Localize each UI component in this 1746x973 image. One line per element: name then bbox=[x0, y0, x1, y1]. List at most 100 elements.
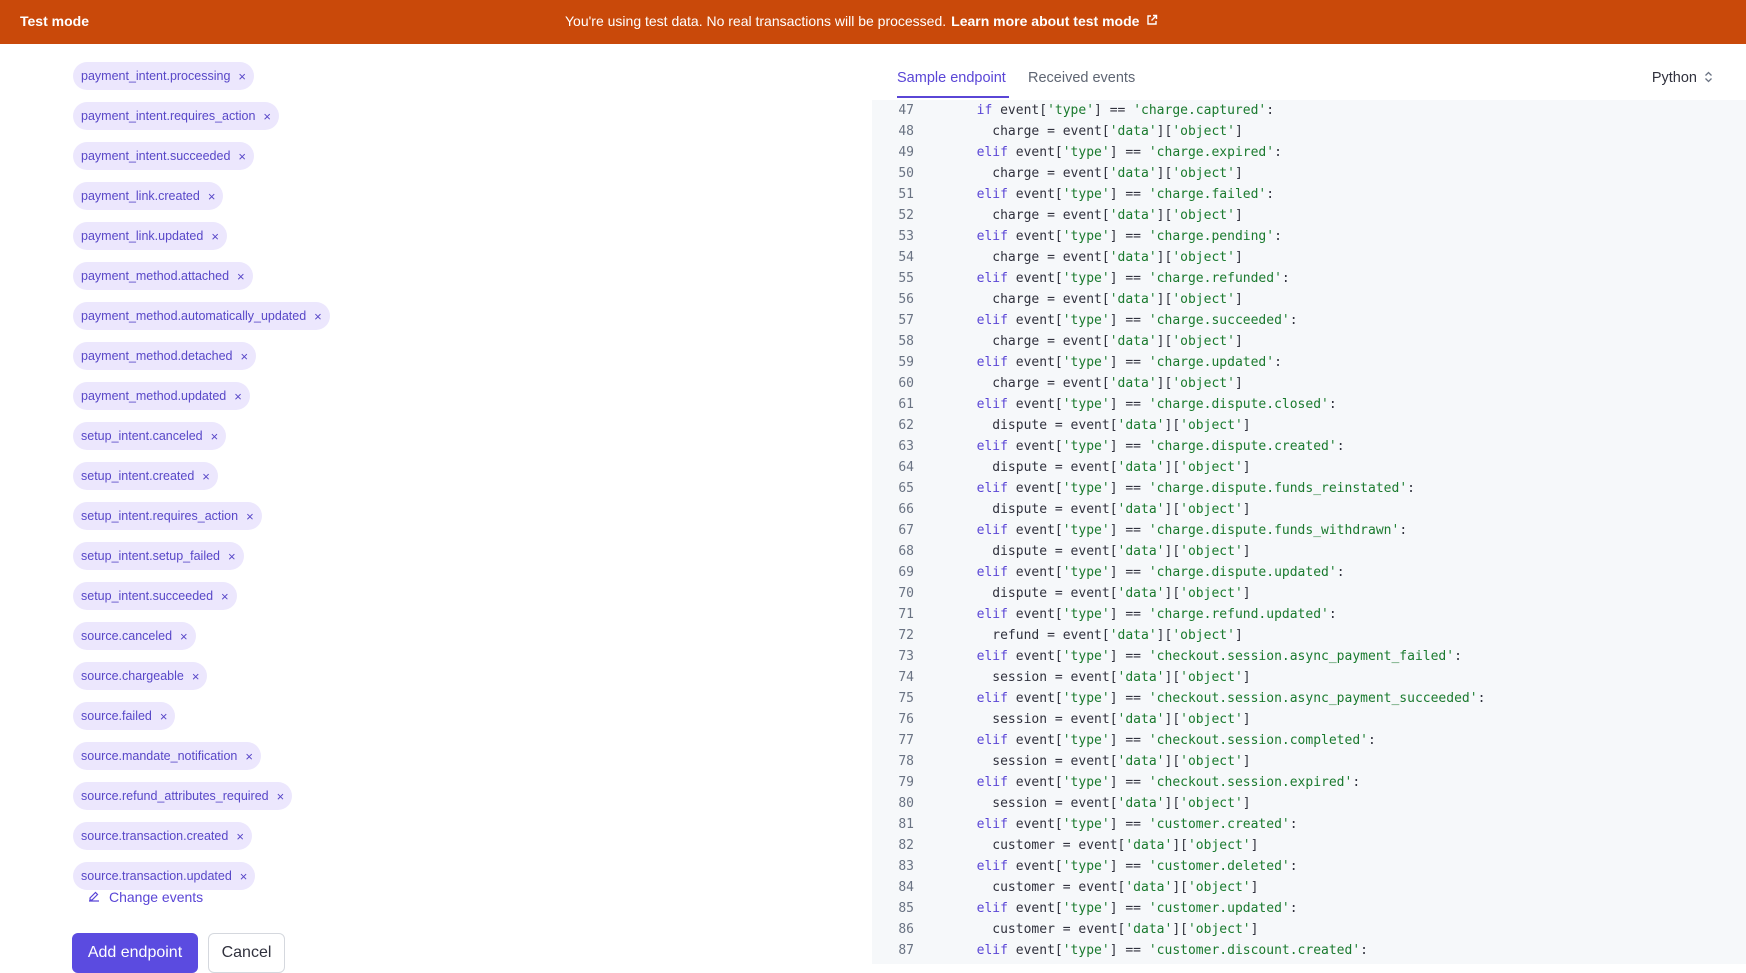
event-chip: source.refund_attributes_required × bbox=[73, 782, 293, 810]
code-line: 80 session = event['data']['object'] bbox=[872, 793, 1250, 814]
line-number: 76 bbox=[898, 712, 914, 727]
line-number: 80 bbox=[898, 796, 914, 811]
remove-event-icon[interactable]: × bbox=[240, 869, 248, 884]
code-variable: customer bbox=[992, 880, 1055, 895]
remove-event-icon[interactable]: × bbox=[236, 829, 244, 844]
add-endpoint-button[interactable]: Add endpoint bbox=[72, 933, 198, 973]
code-content: elif event['type'] == 'charge.dispute.fu… bbox=[976, 523, 1408, 538]
code-line: 47 if event['type'] == 'charge.captured'… bbox=[872, 100, 1274, 121]
line-number: 66 bbox=[898, 502, 914, 517]
code-variable: session bbox=[992, 796, 1048, 811]
code-content: elif event['type'] == 'charge.refund.upd… bbox=[976, 607, 1337, 622]
language-select[interactable]: Python bbox=[1652, 70, 1713, 86]
line-number: 82 bbox=[898, 838, 914, 853]
event-chip-label: payment_intent.succeeded bbox=[81, 149, 231, 163]
code-line: 70 dispute = event['data']['object'] bbox=[872, 583, 1250, 604]
code-line: 55 elif event['type'] == 'charge.refunde… bbox=[872, 268, 1289, 289]
remove-event-icon[interactable]: × bbox=[180, 629, 188, 644]
line-number: 81 bbox=[898, 817, 914, 832]
code-event-type: customer.discount.created bbox=[1156, 943, 1353, 958]
code-event-type: customer.deleted bbox=[1156, 859, 1282, 874]
code-event-type: charge.dispute.updated bbox=[1156, 565, 1329, 580]
tab-received-events[interactable]: Received events bbox=[1028, 70, 1135, 86]
tab-sample-endpoint[interactable]: Sample endpoint bbox=[897, 70, 1006, 86]
learn-more-link[interactable]: Learn more about test mode bbox=[951, 13, 1139, 29]
code-line: 64 dispute = event['data']['object'] bbox=[872, 457, 1250, 478]
line-number: 48 bbox=[898, 124, 914, 139]
remove-event-icon[interactable]: × bbox=[208, 189, 216, 204]
remove-event-icon[interactable]: × bbox=[263, 109, 271, 124]
code-event-type: customer.created bbox=[1156, 817, 1282, 832]
event-chip-label: source.transaction.created bbox=[81, 829, 229, 843]
code-event-type: charge.dispute.funds_withdrawn bbox=[1156, 523, 1392, 538]
remove-event-icon[interactable]: × bbox=[246, 509, 254, 524]
code-content: elif event['type'] == 'customer.discount… bbox=[976, 943, 1368, 958]
chevron-up-down-icon bbox=[1704, 71, 1713, 86]
code-content: elif event['type'] == 'charge.updated': bbox=[976, 355, 1282, 370]
code-keyword: if bbox=[976, 103, 993, 118]
code-content: charge = event['data']['object'] bbox=[992, 166, 1243, 181]
event-chip: source.transaction.updated × bbox=[73, 862, 256, 890]
code-event-type: checkout.session.expired bbox=[1156, 775, 1345, 790]
code-line: 54 charge = event['data']['object'] bbox=[872, 247, 1243, 268]
remove-event-icon[interactable]: × bbox=[228, 549, 236, 564]
remove-event-icon[interactable]: × bbox=[238, 69, 246, 84]
remove-event-icon[interactable]: × bbox=[160, 709, 168, 724]
code-event-type: charge.captured bbox=[1141, 103, 1259, 118]
line-number: 47 bbox=[898, 103, 914, 118]
line-number: 72 bbox=[898, 628, 914, 643]
code-keyword: elif bbox=[976, 271, 1008, 286]
event-chip-label: setup_intent.succeeded bbox=[81, 589, 214, 603]
remove-event-icon[interactable]: × bbox=[234, 389, 242, 404]
line-number: 67 bbox=[898, 523, 914, 538]
event-chip-label: source.transaction.updated bbox=[81, 869, 232, 883]
cancel-button[interactable]: Cancel bbox=[208, 933, 285, 973]
remove-event-icon[interactable]: × bbox=[211, 429, 219, 444]
code-event-type: charge.failed bbox=[1156, 187, 1259, 202]
event-chip: source.canceled × bbox=[73, 622, 196, 650]
remove-event-icon[interactable]: × bbox=[221, 589, 229, 604]
remove-event-icon[interactable]: × bbox=[192, 669, 200, 684]
code-variable: charge bbox=[992, 376, 1040, 391]
remove-event-icon[interactable]: × bbox=[277, 789, 285, 804]
event-chip-label: setup_intent.canceled bbox=[81, 429, 203, 443]
code-content: customer = event['data']['object'] bbox=[992, 922, 1259, 937]
remove-event-icon[interactable]: × bbox=[245, 749, 253, 764]
line-number: 64 bbox=[898, 460, 914, 475]
line-number: 83 bbox=[898, 859, 914, 874]
code-event-type: charge.dispute.closed bbox=[1156, 397, 1322, 412]
line-number: 55 bbox=[898, 271, 914, 286]
code-keyword: elif bbox=[976, 397, 1008, 412]
code-line: 67 elif event['type'] == 'charge.dispute… bbox=[872, 520, 1407, 541]
code-line: 76 session = event['data']['object'] bbox=[872, 709, 1250, 730]
line-number: 52 bbox=[898, 208, 914, 223]
active-tab-indicator bbox=[897, 96, 1009, 98]
remove-event-icon[interactable]: × bbox=[238, 149, 246, 164]
external-link-icon[interactable] bbox=[1146, 14, 1158, 29]
code-content: charge = event['data']['object'] bbox=[992, 250, 1243, 265]
line-number: 50 bbox=[898, 166, 914, 181]
code-event-type: charge.succeeded bbox=[1156, 313, 1282, 328]
event-chip-label: payment_intent.processing bbox=[81, 69, 231, 83]
code-sample-panel: Sample endpoint Received events Python 4… bbox=[872, 44, 1746, 964]
code-event-type: charge.pending bbox=[1156, 229, 1267, 244]
remove-event-icon[interactable]: × bbox=[237, 269, 245, 284]
remove-event-icon[interactable]: × bbox=[241, 349, 249, 364]
code-line: 86 customer = event['data']['object'] bbox=[872, 919, 1258, 940]
remove-event-icon[interactable]: × bbox=[211, 229, 219, 244]
code-line: 83 elif event['type'] == 'customer.delet… bbox=[872, 856, 1297, 877]
code-line: 87 elif event['type'] == 'customer.disco… bbox=[872, 940, 1368, 961]
code-variable: charge bbox=[992, 292, 1040, 307]
change-events-button[interactable]: Change events bbox=[88, 889, 203, 905]
code-keyword: elif bbox=[976, 481, 1008, 496]
remove-event-icon[interactable]: × bbox=[314, 309, 322, 324]
code-content: elif event['type'] == 'charge.dispute.up… bbox=[976, 565, 1345, 580]
remove-event-icon[interactable]: × bbox=[202, 469, 210, 484]
line-number: 53 bbox=[898, 229, 914, 244]
code-variable: charge bbox=[992, 334, 1040, 349]
code-line: 56 charge = event['data']['object'] bbox=[872, 289, 1242, 310]
line-number: 86 bbox=[898, 922, 914, 937]
event-chip-label: payment_method.attached bbox=[81, 269, 230, 283]
event-chip: setup_intent.canceled × bbox=[73, 422, 227, 450]
line-number: 54 bbox=[898, 250, 914, 265]
